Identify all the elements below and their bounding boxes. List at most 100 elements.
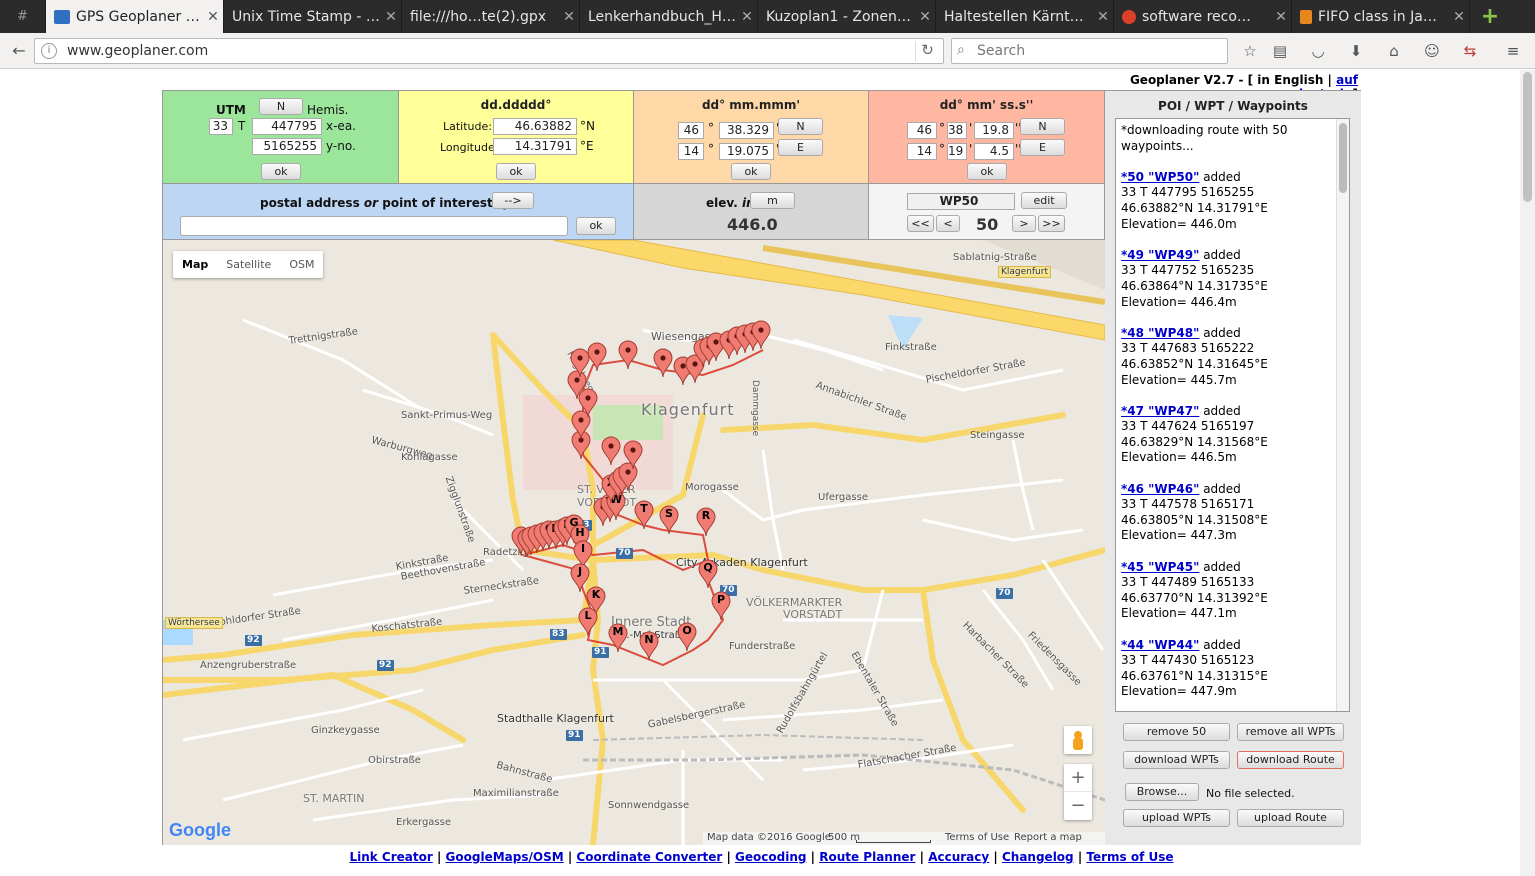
tab-kuzoplan[interactable]: Kuzoplan1 - Zonen… ✕ bbox=[758, 0, 936, 33]
waypoint-link[interactable]: *44 "WP44" bbox=[1121, 638, 1199, 652]
route-marker-pin[interactable] bbox=[618, 340, 638, 370]
waypoint-link[interactable]: *46 "WP46" bbox=[1121, 482, 1199, 496]
remove-last-button[interactable]: remove 50 bbox=[1123, 723, 1230, 741]
zoom-in-button[interactable]: + bbox=[1064, 764, 1092, 792]
ddm-lat-min-field[interactable]: 38.329 bbox=[719, 122, 774, 139]
waypoint-link[interactable]: *50 "WP50" bbox=[1121, 170, 1199, 184]
close-icon[interactable]: ✕ bbox=[1093, 9, 1113, 25]
close-icon[interactable]: ✕ bbox=[915, 9, 935, 25]
route-marker-pin[interactable]: S bbox=[659, 505, 679, 535]
next-waypoint-button[interactable]: > bbox=[1012, 215, 1036, 232]
latitude-field[interactable]: 46.63882 bbox=[493, 118, 577, 135]
upload-wpts-button[interactable]: upload WPTs bbox=[1123, 809, 1230, 827]
utm-northing-field[interactable]: 5165255 bbox=[252, 138, 322, 155]
footer-link-geocoding[interactable]: Geocoding bbox=[735, 850, 806, 864]
upload-route-button[interactable]: upload Route bbox=[1237, 809, 1344, 827]
home-icon[interactable]: ⌂ bbox=[1381, 39, 1407, 63]
download-route-button[interactable]: download Route bbox=[1237, 751, 1344, 769]
tab-lenkerhandbuch[interactable]: Lenkerhandbuch_H… ✕ bbox=[580, 0, 758, 33]
geocode-arrow-button[interactable]: --> bbox=[492, 192, 534, 209]
waypoint-link[interactable]: *49 "WP49" bbox=[1121, 248, 1199, 262]
footer-link-coordinate-converter[interactable]: Coordinate Converter bbox=[576, 850, 722, 864]
tab-overflow-hash[interactable]: # bbox=[0, 0, 46, 33]
waypoint-name-field[interactable]: WP50 bbox=[907, 193, 1015, 210]
footer-link-terms-of-use[interactable]: Terms of Use bbox=[1086, 850, 1173, 864]
reload-icon[interactable]: ↻ bbox=[915, 41, 939, 61]
waypoint-log[interactable]: *downloading route with 50 waypoints... … bbox=[1115, 118, 1350, 712]
pegman-icon[interactable] bbox=[1064, 726, 1092, 754]
elevation-unit-button[interactable]: m bbox=[750, 192, 795, 209]
download-wpts-button[interactable]: download WPTs bbox=[1123, 751, 1230, 769]
url-bar[interactable]: i www.geoplaner.com ↻ bbox=[34, 38, 944, 64]
pocket-icon[interactable]: ◡ bbox=[1305, 39, 1331, 63]
route-marker-pin[interactable]: O bbox=[677, 622, 697, 652]
tab-gpx-file[interactable]: file:///ho…te(2).gpx ✕ bbox=[402, 0, 580, 33]
log-scroll-thumb[interactable] bbox=[1339, 123, 1347, 193]
route-marker-pin[interactable] bbox=[653, 348, 673, 378]
map-canvas[interactable]: Trettnigstraße Wiesengasse Finkstraße Annab… bbox=[163, 240, 1105, 845]
map-type-satellite[interactable]: Satellite bbox=[217, 251, 280, 278]
log-scrollbar[interactable] bbox=[1336, 119, 1349, 711]
tab-software-reco[interactable]: software reco… ✕ bbox=[1114, 0, 1292, 33]
ddm-ns-button[interactable]: N bbox=[778, 118, 823, 135]
bookmark-star-icon[interactable]: ☆ bbox=[1237, 39, 1263, 63]
ddm-lon-deg-field[interactable]: 14 bbox=[678, 143, 704, 160]
route-marker-pin[interactable]: Q bbox=[698, 559, 718, 589]
address-input[interactable] bbox=[180, 216, 568, 236]
prev-waypoint-button[interactable]: < bbox=[936, 215, 960, 232]
address-ok-button[interactable]: ok bbox=[576, 217, 616, 235]
dms-ns-button[interactable]: N bbox=[1020, 118, 1065, 135]
sync-arrows-icon[interactable]: ⇆ bbox=[1457, 39, 1483, 63]
route-marker-pin[interactable] bbox=[601, 436, 621, 466]
footer-link-route-planner[interactable]: Route Planner bbox=[819, 850, 915, 864]
map-report-link[interactable]: Report a map error bbox=[1014, 832, 1105, 845]
route-marker-pin[interactable]: L bbox=[578, 607, 598, 637]
close-icon[interactable]: ✕ bbox=[1449, 9, 1469, 25]
browse-button[interactable]: Browse... bbox=[1125, 783, 1199, 801]
route-marker-pin[interactable] bbox=[587, 342, 607, 372]
tab-geoplaner[interactable]: GPS Geoplaner … ✕ bbox=[46, 0, 224, 33]
close-icon[interactable]: ✕ bbox=[737, 9, 757, 25]
utm-zone-field[interactable]: 33 bbox=[209, 118, 233, 135]
tab-haltestellen[interactable]: Haltestellen Kärnt… ✕ bbox=[936, 0, 1114, 33]
close-icon[interactable]: ✕ bbox=[559, 9, 579, 25]
map-type-map[interactable]: Map bbox=[173, 251, 217, 278]
remove-all-button[interactable]: remove all WPTs bbox=[1237, 723, 1344, 741]
decimal-ok-button[interactable]: ok bbox=[496, 163, 536, 180]
route-marker-pin[interactable]: R bbox=[696, 507, 716, 537]
waypoint-link[interactable]: *48 "WP48" bbox=[1121, 326, 1199, 340]
url-text[interactable]: www.geoplaner.com bbox=[67, 43, 208, 59]
route-marker-pin[interactable]: N bbox=[639, 631, 659, 661]
info-icon[interactable]: i bbox=[41, 43, 57, 59]
ddm-lat-deg-field[interactable]: 46 bbox=[678, 122, 704, 139]
footer-link-accuracy[interactable]: Accuracy bbox=[928, 850, 989, 864]
waypoint-link[interactable]: *47 "WP47" bbox=[1121, 404, 1199, 418]
tab-fifo-class[interactable]: FIFO class in Ja… ✕ bbox=[1292, 0, 1470, 33]
emoji-icon[interactable]: ☺ bbox=[1419, 39, 1445, 63]
page-scroll-thumb[interactable] bbox=[1523, 72, 1532, 202]
waypoint-link[interactable]: *45 "WP45" bbox=[1121, 560, 1199, 574]
dms-lon-min-field[interactable]: 19 bbox=[947, 143, 967, 160]
ddm-ok-button[interactable]: ok bbox=[731, 163, 771, 180]
first-waypoint-button[interactable]: << bbox=[907, 215, 934, 232]
utm-ok-button[interactable]: ok bbox=[261, 163, 301, 180]
menu-icon[interactable]: ≡ bbox=[1500, 39, 1526, 63]
footer-link-googlemaps-osm[interactable]: GoogleMaps/OSM bbox=[446, 850, 564, 864]
dms-lat-sec-field[interactable]: 19.8 bbox=[974, 122, 1014, 139]
close-icon[interactable]: ✕ bbox=[1271, 9, 1291, 25]
tab-unix-timestamp[interactable]: Unix Time Stamp - … ✕ bbox=[224, 0, 402, 33]
dms-lon-sec-field[interactable]: 4.5 bbox=[974, 143, 1014, 160]
route-marker-pin[interactable]: M bbox=[608, 623, 628, 653]
footer-link-link-creator[interactable]: Link Creator bbox=[349, 850, 432, 864]
route-marker-pin[interactable] bbox=[623, 440, 643, 470]
dms-lat-deg-field[interactable]: 46 bbox=[907, 122, 937, 139]
hemisphere-button[interactable]: N bbox=[259, 98, 303, 115]
map-terms-link[interactable]: Terms of Use bbox=[945, 832, 1009, 843]
waypoint-edit-button[interactable]: edit bbox=[1021, 192, 1067, 209]
dms-lon-deg-field[interactable]: 14 bbox=[907, 143, 937, 160]
last-waypoint-button[interactable]: >> bbox=[1038, 215, 1065, 232]
close-icon[interactable]: ✕ bbox=[203, 9, 223, 25]
footer-link-changelog[interactable]: Changelog bbox=[1002, 850, 1074, 864]
dms-ew-button[interactable]: E bbox=[1020, 139, 1065, 156]
route-marker-pin[interactable] bbox=[751, 320, 771, 350]
